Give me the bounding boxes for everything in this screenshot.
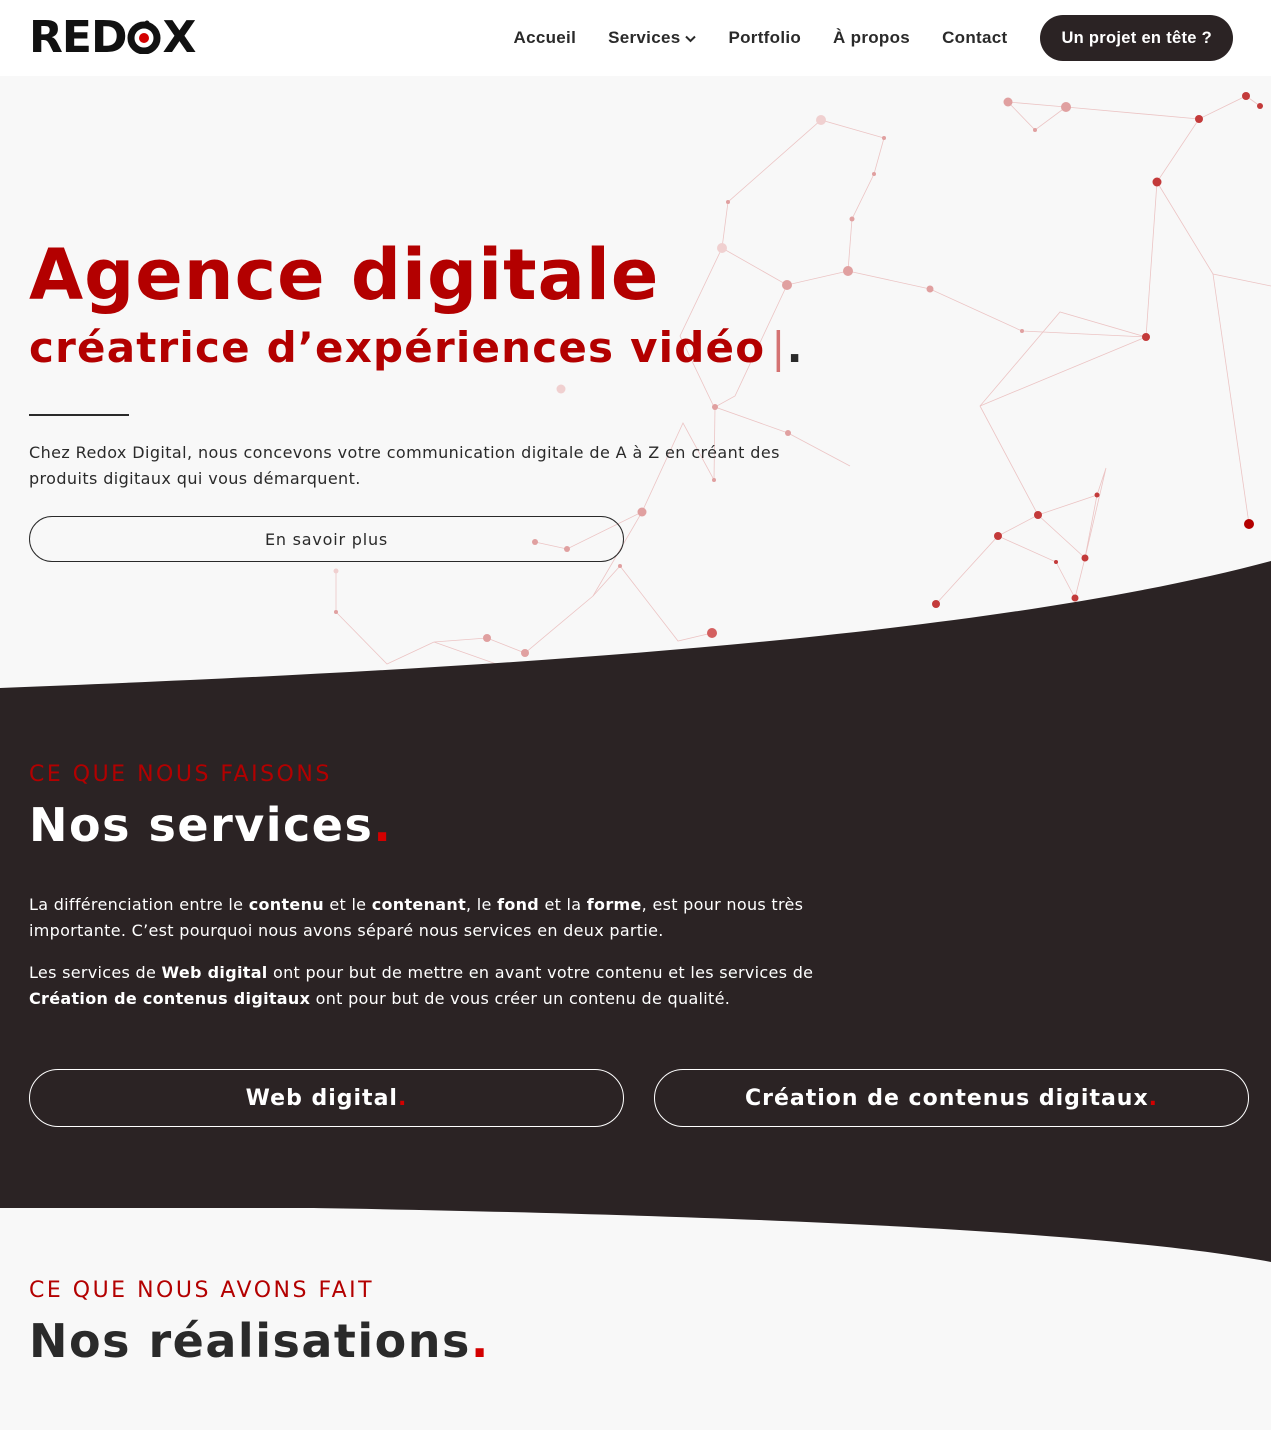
nav-contact[interactable]: Contact [942,28,1007,48]
hero-description: Chez Redox Digital, nous concevons votre… [29,443,780,488]
services-title-text: Nos services [29,798,374,852]
creation-contenus-button[interactable]: Création de contenus digitaux. [654,1069,1249,1127]
hero-divider [29,414,129,416]
hero-section: Agence digitale créatrice d’expériences … [29,232,819,562]
services-paragraph-2: Les services de Web digital ont pour but… [29,960,829,1012]
nav-services-label: Services [608,28,681,47]
realisations-section: CE QUE NOUS AVONS FAIT Nos réalisations. [29,1276,490,1370]
typing-cursor: | [771,323,787,372]
redox-logo[interactable]: RED X [29,12,196,63]
p2-bold-web-digital: Web digital [161,963,268,982]
nav-accueil[interactable]: Accueil [514,28,577,48]
services-section: CE QUE NOUS FAISONS Nos services. La dif… [29,760,829,1012]
learn-more-button[interactable]: En savoir plus [29,516,624,562]
p1-text-3: , le [466,895,498,914]
services-kicker: CE QUE NOUS FAISONS [29,762,332,787]
services-title-dot: . [373,798,393,852]
logo-wordmark: RED X [29,12,196,63]
nav-a-propos[interactable]: À propos [833,28,910,48]
services-paragraph-1: La différenciation entre le contenu et l… [29,892,829,944]
realisations-title-text: Nos réalisations [29,1314,471,1368]
realisations-kicker: CE QUE NOUS AVONS FAIT [29,1278,375,1303]
web-digital-button[interactable]: Web digital. [29,1069,624,1127]
section-divider-wave [0,561,1271,695]
nav-services[interactable]: Services [608,28,697,48]
hero-subtitle: créatrice d’expériences vidéo |. [29,320,819,376]
chevron-down-icon [685,28,697,48]
p2-text-3: ont pour but de vous créer un contenu de… [310,989,731,1008]
p2-bold-creation: Création de contenus digitaux [29,989,311,1008]
main-nav: Accueil Services Portfolio À propos Cont… [514,15,1233,61]
web-digital-label: Web digital [245,1085,398,1111]
nav-portfolio[interactable]: Portfolio [728,28,801,48]
hero-subtitle-dot: . [786,323,804,372]
p1-bold-forme: forme [586,895,642,914]
p1-text-2: et le [323,895,372,914]
section-divider-wave-bottom [0,1200,1271,1262]
p1-text-1: La différenciation entre le [29,895,249,914]
logo-target-icon [127,18,161,55]
creation-contenus-dot: . [1148,1085,1159,1111]
p1-bold-contenu: contenu [248,895,324,914]
hero-subtitle-text: créatrice d’expériences vidéo [29,323,766,372]
p1-bold-fond: fond [497,895,540,914]
realisations-title-dot: . [470,1314,490,1368]
realisations-title: Nos réalisations. [29,1312,490,1370]
p1-text-4: et la [539,895,587,914]
hero-title: Agence digitale [29,234,660,316]
services-title: Nos services. [29,796,829,854]
p1-bold-contenant: contenant [371,895,467,914]
creation-contenus-label: Création de contenus digitaux [744,1085,1149,1111]
p2-text-2: ont pour but de mettre en avant votre co… [267,963,814,982]
web-digital-dot: . [397,1085,408,1111]
site-header: RED X Accueil Services Portfolio À propos… [0,0,1271,76]
project-cta-button[interactable]: Un projet en tête ? [1040,15,1233,61]
p2-text-1: Les services de [29,963,162,982]
